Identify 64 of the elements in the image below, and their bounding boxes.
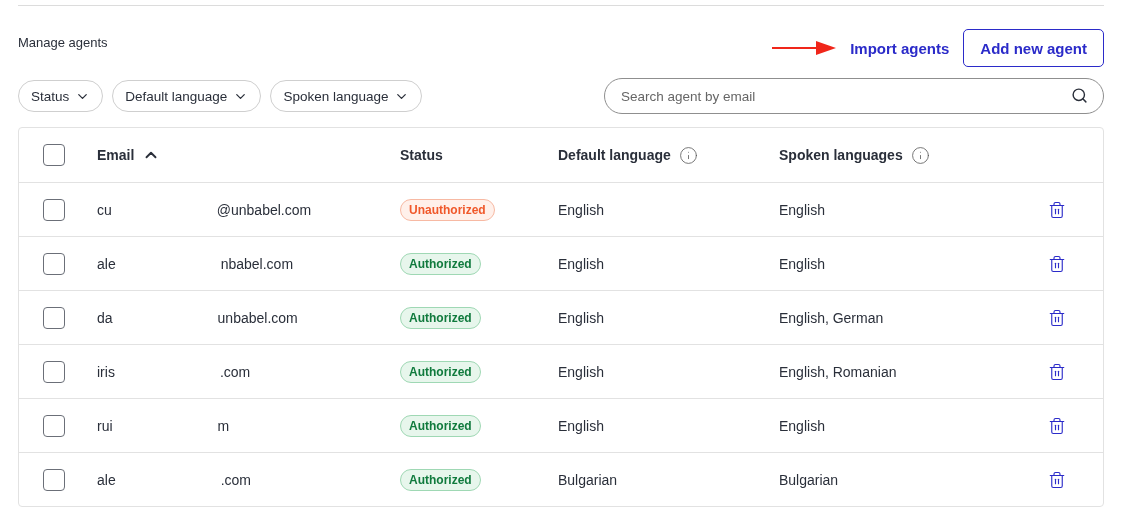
delete-button[interactable]	[1048, 470, 1066, 489]
table-cell-text: English	[558, 255, 605, 272]
column-header[interactable]: Default language	[558, 147, 671, 163]
email-text: .com	[219, 363, 251, 380]
table-cell-text: English	[558, 363, 605, 380]
table-cell-text: English	[779, 417, 826, 434]
email-text: ale	[97, 471, 116, 488]
status-badge: Authorized	[400, 360, 481, 383]
email-text: m	[217, 417, 230, 434]
delete-button[interactable]	[1048, 254, 1066, 273]
email-text: iris	[97, 363, 115, 380]
table-cell-text: English, Romanian	[779, 363, 898, 380]
trash-icon	[1048, 470, 1066, 489]
filter-dropdown[interactable]: Default language	[112, 80, 262, 112]
email-text: da	[97, 309, 113, 326]
annotation-arrow	[772, 40, 837, 56]
email-text: nbabel.com	[220, 255, 294, 272]
info-icon[interactable]	[678, 145, 698, 165]
import-agents-link[interactable]: Import agents	[850, 39, 950, 57]
column-header[interactable]: Status	[400, 147, 443, 163]
add-agent-button[interactable]: Add new agent	[963, 29, 1104, 67]
email-text: @unbabel.com	[216, 201, 312, 218]
trash-icon	[1048, 308, 1066, 327]
row-checkbox[interactable]	[43, 468, 65, 491]
status-badge: Authorized	[400, 306, 481, 329]
select-all-checkbox[interactable]	[43, 144, 65, 166]
trash-icon	[1048, 254, 1066, 273]
email-text: rui	[97, 417, 113, 434]
trash-icon	[1048, 200, 1066, 219]
email-text: ale	[97, 255, 116, 272]
table-cell-text: English	[558, 417, 605, 434]
status-badge: Authorized	[400, 468, 481, 491]
table-cell-text: Bulgarian	[558, 471, 619, 488]
row-checkbox[interactable]	[43, 198, 65, 221]
column-header[interactable]: Spoken languages	[779, 147, 903, 163]
table-cell-text: Bulgarian	[779, 471, 840, 488]
filter-dropdown[interactable]: Status	[18, 80, 104, 112]
email-text: cu	[97, 201, 112, 218]
info-icon[interactable]	[910, 145, 930, 165]
trash-icon	[1048, 416, 1066, 435]
email-text: .com	[220, 471, 252, 488]
trash-icon	[1048, 362, 1066, 381]
table-cell-text: English	[779, 201, 826, 218]
email-text: unbabel.com	[217, 309, 298, 326]
row-checkbox[interactable]	[43, 414, 65, 437]
row-checkbox[interactable]	[43, 360, 65, 383]
table-cell-text: English	[558, 201, 605, 218]
status-badge: Authorized	[400, 414, 481, 437]
search-field[interactable]: Search agent by email	[604, 78, 1104, 114]
delete-button[interactable]	[1048, 362, 1066, 381]
section-title: Manage agents	[18, 35, 108, 50]
delete-button[interactable]	[1048, 308, 1066, 327]
status-badge: Unauthorized	[400, 198, 495, 221]
status-badge: Authorized	[400, 252, 481, 275]
search-icon	[1071, 87, 1088, 104]
row-checkbox[interactable]	[43, 306, 65, 329]
row-checkbox[interactable]	[43, 252, 65, 275]
table-cell-text: English	[779, 255, 826, 272]
delete-button[interactable]	[1048, 200, 1066, 219]
table-cell-text: English, German	[779, 309, 885, 326]
column-header[interactable]: Email	[97, 147, 135, 163]
table-cell-text: English	[558, 309, 605, 326]
delete-button[interactable]	[1048, 416, 1066, 435]
filter-dropdown[interactable]: Spoken language	[270, 80, 423, 112]
